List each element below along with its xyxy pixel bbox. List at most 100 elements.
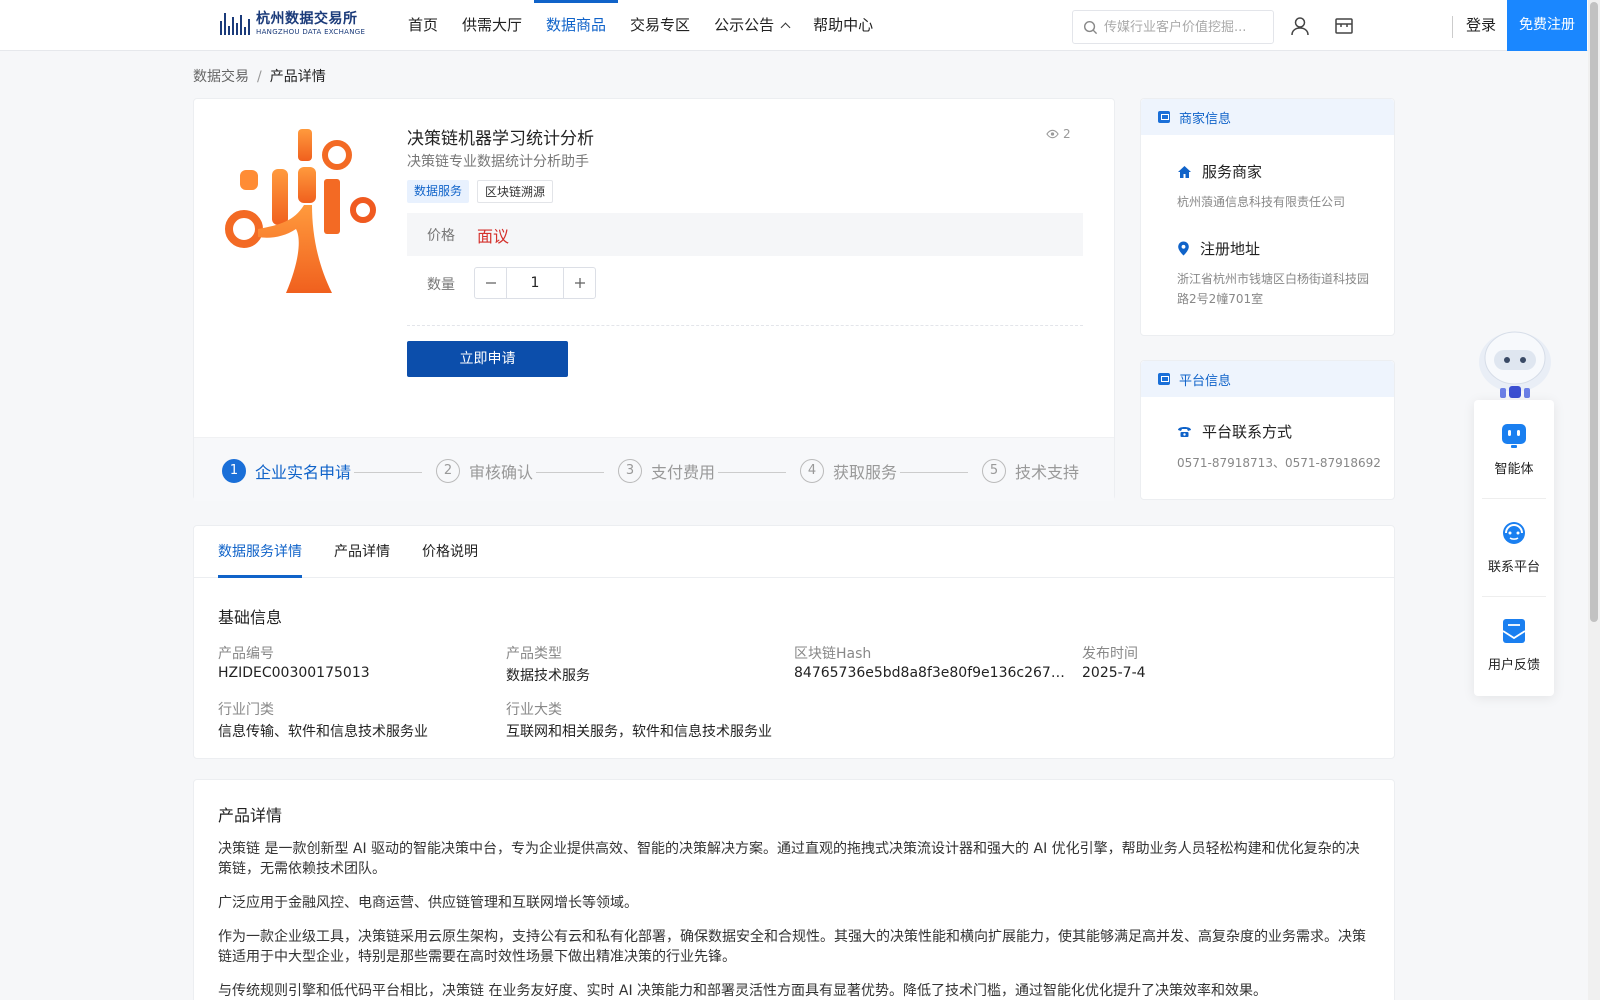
search-box[interactable] (1072, 10, 1274, 44)
step-2-num: 2 (436, 459, 460, 483)
merchant-panel-head: 商家信息 (1141, 99, 1394, 135)
field-product-type-value: 数据技术服务 (506, 668, 590, 684)
address-value: 浙江省杭州市钱塘区白杨街道科技园路2号2幢701室 (1177, 272, 1370, 306)
header-divider (1452, 16, 1453, 38)
nav-supply-demand[interactable]: 供需大厅 (450, 0, 534, 50)
merchant-panel: 商家信息 服务商家 杭州蒗通信息科技有限责任公司 注册地址 浙江省杭州市钱塘区白… (1140, 98, 1395, 336)
step-2-label: 审核确认 (469, 463, 534, 482)
float-agent-label: 智能体 (1494, 462, 1534, 477)
active-tab-indicator (218, 575, 302, 578)
view-count-value: 2 (1063, 127, 1071, 141)
search-input[interactable] (1104, 19, 1264, 35)
address-title-label: 注册地址 (1200, 240, 1261, 258)
step-connector (354, 472, 422, 473)
minus-button[interactable] (475, 268, 506, 298)
price-label: 价格 (427, 227, 455, 244)
step-connector (718, 472, 786, 473)
float-feedback-label: 用户反馈 (1487, 658, 1540, 673)
field-publish-date-value: 2025-7-4 (1082, 665, 1146, 681)
field-industry-cat-value: 信息传输、软件和信息技术服务业 (218, 724, 428, 740)
field-product-id-label: 产品编号 (218, 646, 274, 662)
robot-assistant-icon[interactable] (1476, 328, 1554, 400)
platform-icon (1158, 373, 1170, 385)
product-logo-image (225, 129, 376, 293)
home-icon (1178, 165, 1191, 178)
address-title: 注册地址 (1177, 238, 1260, 259)
tag-data-service: 数据服务 (407, 180, 470, 203)
apply-now-button[interactable]: 立即申请 (407, 341, 568, 377)
nav-home[interactable]: 首页 (396, 0, 450, 50)
minus-icon (485, 282, 496, 284)
nav-announcements[interactable]: 公示公告 (702, 0, 801, 50)
page-scrollbar[interactable] (1588, 0, 1600, 1000)
field-industry-major-label: 行业大类 (506, 702, 562, 718)
step-1: 1 企业实名申请 (222, 459, 351, 483)
nav-announcements-label: 公示公告 (714, 16, 775, 34)
step-connector (536, 472, 604, 473)
tab-service-detail[interactable]: 数据服务详情 (218, 541, 302, 561)
detail-card: 数据服务详情 产品详情 价格说明 基础信息 产品编号 HZIDEC0030017… (193, 525, 1395, 759)
float-agent[interactable]: 智能体 (1474, 400, 1554, 496)
product-title: 决策链机器学习统计分析 (407, 129, 594, 149)
user-icon[interactable] (1289, 15, 1311, 37)
plus-button[interactable] (564, 268, 595, 298)
float-feedback[interactable]: 用户反馈 (1474, 596, 1554, 692)
field-industry-major-value: 互联网和相关服务，软件和信息技术服务业 (506, 724, 772, 740)
step-1-label: 企业实名申请 (255, 463, 352, 482)
step-3-label: 支付费用 (651, 463, 716, 482)
tag-blockchain: 区块链溯源 (477, 180, 554, 203)
float-contact[interactable]: 联系平台 (1474, 498, 1554, 594)
breadcrumb: 数据交易 / 产品详情 (193, 66, 326, 86)
view-count: 2 (1046, 127, 1071, 141)
field-product-id-value: HZIDEC00300175013 (218, 665, 370, 681)
dashed-divider (407, 325, 1083, 326)
merchant-icon (1158, 111, 1170, 123)
step-2: 2 审核确认 (436, 459, 533, 483)
description-paragraph: 广泛应用于金融风控、电商运营、供应链管理和互联网增长等领域。 (218, 895, 638, 911)
tab-product-detail[interactable]: 产品详情 (334, 541, 390, 561)
field-product-type-label: 产品类型 (506, 646, 562, 662)
nav-help-center[interactable]: 帮助中心 (801, 0, 885, 50)
chevron-up-icon (780, 22, 791, 33)
provider-title: 服务商家 (1177, 161, 1262, 182)
basic-info-title: 基础信息 (218, 608, 283, 627)
field-hash-label: 区块链Hash (794, 646, 872, 662)
step-4-label: 获取服务 (833, 463, 898, 482)
product-card: 决策链机器学习统计分析 决策链专业数据统计分析助手 2 数据服务 区块链溯源 价… (193, 98, 1115, 501)
provider-value: 杭州蒗通信息科技有限责任公司 (1177, 195, 1346, 209)
customer-service-icon (1503, 522, 1525, 544)
step-4: 4 获取服务 (800, 459, 897, 483)
store-icon[interactable] (1333, 15, 1355, 37)
nav-data-products[interactable]: 数据商品 (534, 0, 619, 50)
step-5-num: 5 (982, 459, 1006, 483)
float-contact-label: 联系平台 (1487, 560, 1540, 575)
tab-price-info[interactable]: 价格说明 (422, 541, 478, 561)
step-3-num: 3 (618, 459, 642, 483)
plus-icon (574, 278, 585, 288)
nav-trading-zone[interactable]: 交易专区 (618, 0, 702, 50)
site-logo[interactable]: 杭州数据交易所 HANGZHOU DATA EXCHANGE (220, 12, 365, 36)
platform-panel-head: 平台信息 (1141, 361, 1394, 397)
step-connector (900, 472, 968, 473)
quantity-input[interactable]: 1 (506, 268, 564, 298)
platform-head-label: 平台信息 (1179, 373, 1232, 389)
step-3: 3 支付费用 (618, 459, 715, 483)
step-4-num: 4 (800, 459, 824, 483)
step-5-label: 技术支持 (1015, 463, 1080, 482)
location-pin-icon (1178, 241, 1189, 256)
eye-icon (1046, 129, 1059, 139)
field-industry-cat-label: 行业门类 (218, 702, 274, 718)
breadcrumb-root[interactable]: 数据交易 (193, 69, 249, 85)
field-hash-value: 84765736e5bd8a8f3e80f9e136c2673d7af... (794, 665, 1066, 681)
login-link[interactable]: 登录 (1466, 0, 1496, 51)
main-nav: 首页 供需大厅 数据商品 交易专区 公示公告 帮助中心 (396, 0, 885, 50)
register-button[interactable]: 免费注册 (1507, 0, 1587, 51)
provider-title-label: 服务商家 (1202, 163, 1263, 181)
scrollbar-thumb[interactable] (1590, 2, 1598, 622)
product-tags: 数据服务 区块链溯源 (407, 180, 554, 203)
description-paragraph: 决策链 是一款创新型 AI 驱动的智能决策中台，专为企业提供高效、智能的决策解决… (218, 841, 1360, 877)
top-header: 杭州数据交易所 HANGZHOU DATA EXCHANGE 首页 供需大厅 数… (0, 0, 1600, 51)
contact-title: 平台联系方式 (1177, 421, 1292, 442)
search-icon (1083, 20, 1098, 34)
contact-title-label: 平台联系方式 (1202, 423, 1293, 441)
